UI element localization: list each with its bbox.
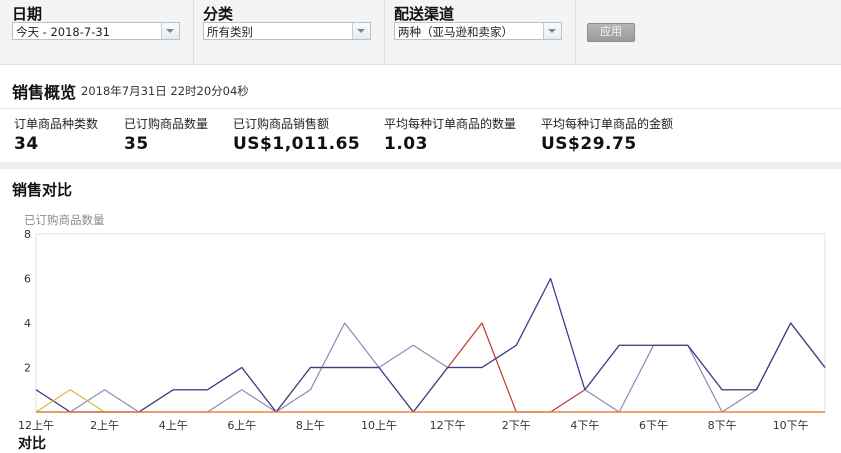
x-tick-label: 10上午: [361, 419, 397, 432]
chevron-down-icon[interactable]: [161, 23, 179, 39]
metric-avg-units: 平均每种订单商品的数量 1.03: [384, 115, 516, 154]
metric-value: 34: [14, 134, 39, 154]
metric-avg-amount: 平均每种订单商品的金额 US$29.75: [541, 115, 673, 154]
metric-label: 已订购商品销售额: [233, 117, 330, 131]
overview-title: 销售概览: [12, 83, 77, 102]
channel-select-value: 两种（亚马逊和卖家）: [398, 25, 513, 39]
x-tick-label: 8上午: [296, 419, 325, 432]
x-tick-label: 4下午: [570, 419, 599, 432]
comparison-footer-label: 对比: [18, 436, 46, 452]
plot-area: [35, 233, 826, 413]
y-tick-label: 4: [24, 317, 31, 330]
chevron-down-icon[interactable]: [352, 23, 370, 39]
y-tick-label: 2: [24, 362, 31, 375]
date-select-value: 今天 - 2018-7-31: [16, 25, 110, 39]
overview-header: 销售概览 2018年7月31日 22时20分04秒: [0, 70, 841, 109]
x-tick-label: 8下午: [708, 419, 737, 432]
divider: [193, 0, 194, 64]
channel-select[interactable]: 两种（亚马逊和卖家）: [394, 22, 562, 40]
date-select[interactable]: 今天 - 2018-7-31: [12, 22, 180, 40]
metric-value: US$1,011.65: [233, 134, 361, 154]
divider: [575, 0, 576, 64]
x-tick-label: 10下午: [773, 419, 809, 432]
sales-comparison-chart: 8 6 4 2 12上午 2上午 4上午 6上午 8上午 10上午 12下午 2下午 4下午 6下午 8下…: [18, 228, 826, 432]
comparison-title: 销售对比: [12, 181, 73, 199]
x-tick-label: 12上午: [18, 419, 54, 432]
metric-value: US$29.75: [541, 134, 637, 154]
metric-value: 1.03: [384, 134, 428, 154]
filter-bar: 日期 今天 - 2018-7-31 分类 所有类别 配送渠道 两种（亚马逊和卖家…: [0, 0, 841, 65]
metric-value: 35: [124, 134, 149, 154]
channel-filter-label: 配送渠道: [394, 5, 455, 23]
category-filter-label: 分类: [203, 5, 234, 23]
x-tick-label: 2上午: [90, 419, 119, 432]
metric-label: 订单商品种类数: [14, 117, 99, 131]
apply-button[interactable]: 应用: [587, 23, 635, 42]
x-tick-label: 6上午: [227, 419, 256, 432]
metric-units-ordered: 已订购商品数量 35: [124, 115, 208, 154]
overview-timestamp: 2018年7月31日 22时20分04秒: [81, 84, 249, 98]
chevron-down-icon[interactable]: [543, 23, 561, 39]
x-tick-label: 2下午: [502, 419, 531, 432]
y-axis: 8 6 4 2: [24, 228, 31, 375]
x-tick-label: 4上午: [159, 419, 188, 432]
category-select[interactable]: 所有类别: [203, 22, 371, 40]
section-divider: [0, 162, 841, 169]
metric-label: 平均每种订单商品的数量: [384, 117, 517, 131]
metric-label: 平均每种订单商品的金额: [541, 117, 674, 131]
x-tick-label: 6下午: [639, 419, 668, 432]
x-axis: 12上午 2上午 4上午 6上午 8上午 10上午 12下午 2下午 4下午 6下午 8下午 10下午: [18, 419, 809, 432]
y-tick-label: 6: [24, 273, 31, 286]
category-select-value: 所有类别: [207, 25, 253, 39]
divider: [384, 0, 385, 64]
y-tick-label: 8: [24, 228, 31, 241]
x-tick-label: 12下午: [430, 419, 466, 432]
date-filter-label: 日期: [12, 5, 43, 23]
metric-sales-amount: 已订购商品销售额 US$1,011.65: [233, 115, 360, 154]
metric-label: 已订购商品数量: [124, 117, 209, 131]
metric-item-types: 订单商品种类数 34: [14, 115, 98, 154]
